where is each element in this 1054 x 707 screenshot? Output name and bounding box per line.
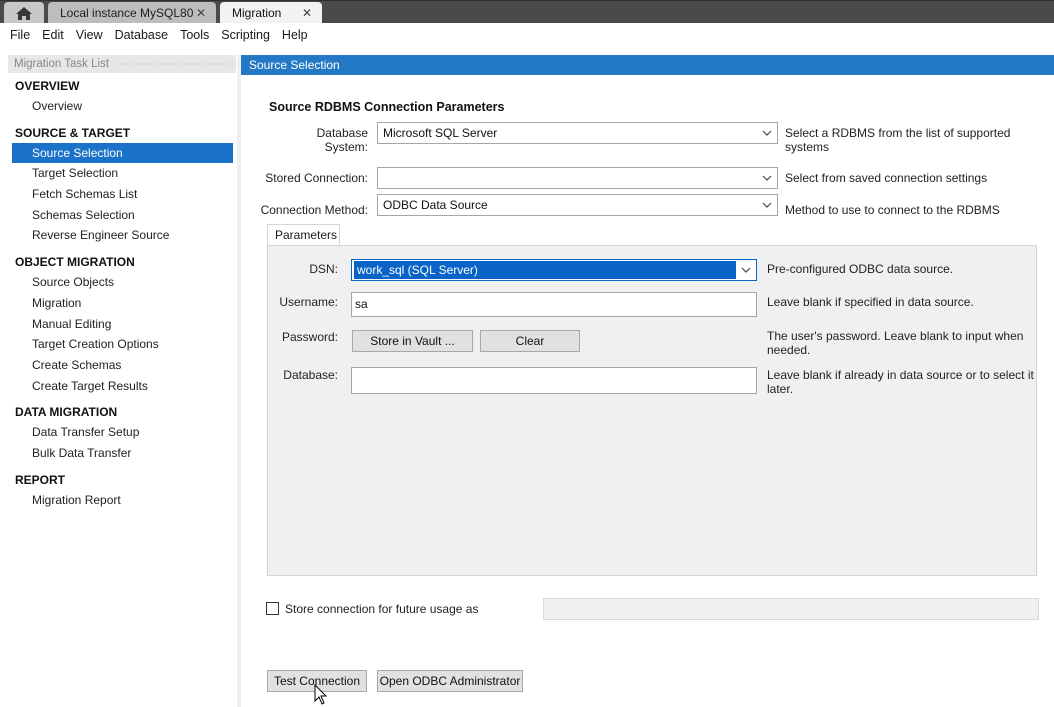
database-hint: Leave blank if already in data source or… [767,368,1034,382]
stored-connection-label: Stored Connection: [265,171,368,185]
chevron-down-icon [762,202,772,208]
dsn-value: work_sql (SQL Server) [354,261,736,279]
sidebar-item-target-selection[interactable]: Target Selection [12,163,233,184]
sidebar-item-schemas-selection[interactable]: Schemas Selection [12,205,233,226]
section-overview: OVERVIEW [15,79,80,93]
section-heading: Source RDBMS Connection Parameters [269,100,505,114]
menu-view[interactable]: View [70,28,109,42]
password-hint: The user's password. Leave blank to inpu… [767,329,1024,343]
database-label: Database: [283,368,338,382]
store-in-vault-button[interactable]: Store in Vault ... [352,330,473,352]
page-title: Source Selection [241,55,1054,75]
sidebar-item-data-transfer-setup[interactable]: Data Transfer Setup [12,422,233,443]
sidebar-item-fetch-schemas-list[interactable]: Fetch Schemas List [12,184,233,205]
database-system-hint: Select a RDBMS from the list of supporte… [785,126,1011,154]
menu-scripting[interactable]: Scripting [215,28,276,42]
connection-method-value: ODBC Data Source [383,198,488,212]
sidebar-item-migration-report[interactable]: Migration Report [12,490,233,511]
store-connection-name-input[interactable] [543,598,1039,620]
section-object-migration: OBJECT MIGRATION [15,255,135,270]
tab-strip: Local instance MySQL80 ✕ Migration ✕ [0,0,1054,24]
sidebar-item-create-target-results[interactable]: Create Target Results [12,376,233,397]
store-connection-checkbox[interactable] [266,602,279,615]
sidebar-item-create-schemas[interactable]: Create Schemas [12,355,233,376]
tab-local-instance-label: Local instance MySQL80 [60,6,194,20]
password-hint-cont: needed. [767,343,811,357]
dsn-select[interactable]: work_sql (SQL Server) [351,259,757,281]
database-system-select[interactable]: Microsoft SQL Server [377,122,778,144]
password-label: Password: [281,330,338,344]
menu-help[interactable]: Help [276,28,314,42]
tab-parameters[interactable]: Parameters [267,224,340,246]
database-hint-cont: later. [767,382,794,396]
migration-task-list: Migration Task List OVERVIEW Overview SO… [8,55,236,707]
clear-password-button[interactable]: Clear [480,330,580,352]
close-icon[interactable]: ✕ [196,6,206,20]
sidebar-header: Migration Task List [8,55,236,73]
close-icon[interactable]: ✕ [302,6,312,20]
sidebar-item-overview[interactable]: Overview [12,96,233,117]
database-input[interactable] [351,367,757,394]
sidebar-item-manual-editing[interactable]: Manual Editing [12,314,233,335]
dsn-label: DSN: [309,262,338,276]
store-connection-label: Store connection for future usage as [285,602,479,616]
open-odbc-administrator-button[interactable]: Open ODBC Administrator [377,670,523,692]
tab-migration[interactable]: Migration ✕ [220,2,322,24]
sidebar-item-source-objects[interactable]: Source Objects [12,272,233,293]
sidebar-item-migration[interactable]: Migration [12,293,233,314]
chevron-down-icon [741,267,751,273]
sidebar-item-bulk-data-transfer[interactable]: Bulk Data Transfer [12,443,233,464]
home-tab[interactable] [4,2,44,24]
chevron-down-icon [762,175,772,181]
stored-connection-select[interactable] [377,167,778,189]
menu-edit[interactable]: Edit [36,28,70,42]
username-hint: Leave blank if specified in data source. [767,295,974,309]
tab-local-instance[interactable]: Local instance MySQL80 ✕ [48,2,216,24]
stored-connection-hint: Select from saved connection settings [785,171,988,185]
menu-tools[interactable]: Tools [174,28,215,42]
chevron-down-icon [762,130,772,136]
sidebar-item-source-selection[interactable]: Source Selection [12,142,233,164]
splitter[interactable] [237,55,241,707]
menu-database[interactable]: Database [109,28,175,42]
dsn-hint: Pre-configured ODBC data source. [767,262,954,276]
home-icon [16,6,32,20]
menu-file[interactable]: File [4,28,36,42]
connection-method-label: Connection Method: [260,203,368,217]
mouse-cursor-icon [314,684,328,705]
menu-bar: File Edit View Database Tools Scripting … [0,23,1054,47]
sidebar-item-target-creation-options[interactable]: Target Creation Options [12,334,233,355]
tab-migration-label: Migration [232,6,282,20]
connection-method-select[interactable]: ODBC Data Source [377,194,778,216]
connection-method-hint: Method to use to connect to the RDBMS [785,203,1000,217]
section-source-target: SOURCE & TARGET [15,125,131,140]
section-data-migration: DATA MIGRATION [15,405,118,420]
username-input[interactable]: sa [351,292,757,317]
username-label: Username: [279,295,338,309]
section-report: REPORT [15,472,66,487]
database-system-label: Database System: [316,126,368,154]
sidebar-item-reverse-engineer-source[interactable]: Reverse Engineer Source [12,225,233,246]
database-system-value: Microsoft SQL Server [383,126,498,140]
